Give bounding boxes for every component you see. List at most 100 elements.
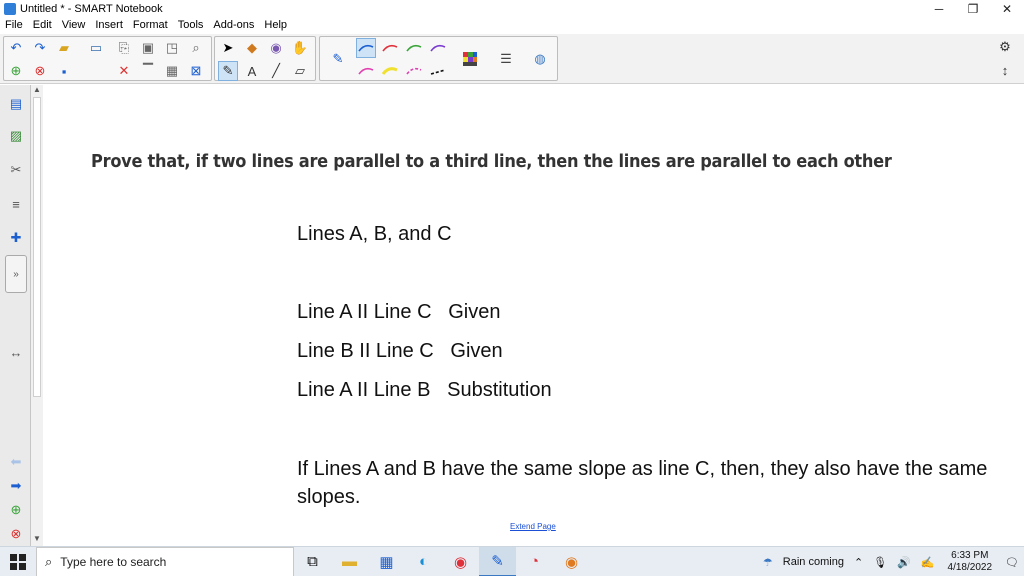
previous-page-icon[interactable]: ⬅ [5, 451, 27, 473]
delete-page-sidebar-icon[interactable]: ⊗ [5, 523, 27, 545]
toolbar: ↶ ↷ ▰ ▭ ⎘ ▣ ◳ ⌕ ⊕ ⊗ ▪ ✕ ▔ ▦ ⊠ ➤ ◆ ◉ ✋ ✎ … [0, 34, 1024, 84]
proof-line-2[interactable]: Line A II Line C Given [297, 301, 500, 324]
search-icon: ⌕ [45, 553, 53, 569]
scroll-thumb[interactable] [33, 97, 41, 397]
store-icon[interactable]: ▦ [368, 547, 405, 576]
pen-style-red[interactable] [380, 38, 400, 58]
microphone-icon[interactable]: 🎙 [868, 556, 892, 569]
proof-line-1[interactable]: Lines A, B, and C [297, 223, 452, 246]
add-page-sidebar-icon[interactable]: ⊕ [5, 499, 27, 521]
fill-icon[interactable]: ◉ [266, 38, 286, 58]
shapes-icon[interactable]: ◆ [242, 38, 262, 58]
proof-conclusion[interactable]: If Lines A and B have the same slope as … [297, 455, 1007, 511]
toolbar-group-pen-styles: ✎ ☰ ◍ [319, 36, 558, 81]
close-button[interactable]: ✕ [990, 2, 1024, 16]
proof-line-3[interactable]: Line B II Line C Given [297, 340, 503, 363]
extend-page-link[interactable]: Extend Page [510, 522, 556, 531]
file-explorer-icon[interactable]: ▬ [331, 547, 368, 576]
hand-icon[interactable]: ✋ [290, 38, 310, 58]
pen-style-blue[interactable] [356, 38, 376, 58]
attachments-icon[interactable]: ✂ [5, 159, 27, 181]
smart-notebook-window: Untitled * - SMART Notebook ─ ❐ ✕ File E… [0, 0, 1024, 576]
camera-icon[interactable]: ◳ [162, 38, 182, 58]
window-title: Untitled * - SMART Notebook [20, 2, 163, 15]
menu-format[interactable]: Format [128, 19, 173, 31]
settings-gear-icon[interactable]: ⚙ [995, 37, 1015, 57]
transparency-icon[interactable]: ◍ [530, 49, 550, 69]
clock[interactable]: 6:33 PM 4/18/2022 [940, 550, 1001, 574]
pen-style-green[interactable] [404, 38, 424, 58]
pen-style-dashed-black[interactable] [428, 61, 448, 81]
toolbar-group-file: ↶ ↷ ▰ ▭ ⎘ ▣ ◳ ⌕ ⊕ ⊗ ▪ ✕ ▔ ▦ ⊠ [3, 36, 212, 81]
gallery-icon[interactable]: ▨ [5, 125, 27, 147]
menu-view[interactable]: View [57, 19, 91, 31]
screen-shade-icon[interactable]: ▔ [138, 61, 158, 81]
task-view-icon[interactable]: ⧉ [294, 547, 331, 576]
vertical-scrollbar[interactable]: ▲ ▼ [31, 85, 43, 546]
clock-time: 6:33 PM [951, 550, 989, 561]
menu-tools[interactable]: Tools [173, 19, 209, 31]
edge-icon[interactable]: ◐ [405, 547, 442, 576]
color-palette-icon[interactable] [460, 49, 480, 69]
undo-icon[interactable]: ↶ [6, 38, 26, 58]
search-placeholder: Type here to search [60, 554, 167, 569]
notifications-icon[interactable]: 🗨 [1000, 556, 1024, 569]
screen-recorder-icon[interactable]: ◔ [516, 547, 553, 576]
notebook-page[interactable]: Prove that, if two lines are parallel to… [43, 85, 1024, 546]
pen-style-purple[interactable] [428, 38, 448, 58]
pen-style-yellow[interactable] [380, 61, 400, 81]
screen-capture-icon[interactable]: ▣ [138, 38, 158, 58]
line-icon[interactable]: ╱ [266, 61, 286, 81]
pen-style-pink[interactable] [356, 61, 376, 81]
pen-style-dashed-pink[interactable] [404, 61, 424, 81]
show-hidden-icons-icon[interactable]: ⌃ [849, 556, 868, 569]
eraser-icon[interactable]: ▱ [290, 61, 310, 81]
add-page-icon[interactable]: ⊕ [6, 61, 26, 81]
redo-icon[interactable]: ↷ [30, 38, 50, 58]
toolbar-move-icon[interactable]: ↕ [995, 60, 1015, 80]
question-text[interactable]: Prove that, if two lines are parallel to… [91, 151, 892, 172]
line-style-icon[interactable]: ☰ [496, 49, 516, 69]
magnifier-icon[interactable]: ⌕ [186, 38, 206, 58]
menu-file[interactable]: File [0, 19, 28, 31]
menu-help[interactable]: Help [259, 19, 292, 31]
delete-page-icon[interactable]: ⊗ [30, 61, 50, 81]
volume-icon[interactable]: 🔊 [892, 556, 916, 569]
chrome-profile-icon[interactable]: ◉ [553, 547, 590, 576]
properties-icon[interactable]: ≡ [5, 193, 27, 215]
weather-text[interactable]: Rain coming [778, 556, 849, 568]
sidebar-resize-icon[interactable]: ↔ [5, 341, 27, 363]
menu-bar: File Edit View Insert Format Tools Add-o… [0, 17, 292, 33]
delete-icon[interactable]: ✕ [114, 61, 134, 81]
maximize-button[interactable]: ❐ [956, 2, 990, 16]
smart-notebook-taskbar-icon[interactable]: ✎ [479, 546, 516, 576]
proof-line-4[interactable]: Line A II Line B Substitution [297, 379, 552, 402]
taskbar-search[interactable]: ⌕ Type here to search [36, 546, 294, 576]
start-button[interactable] [0, 547, 36, 576]
save-icon[interactable]: ▪ [54, 61, 74, 81]
page-sorter-icon[interactable]: ▤ [5, 93, 27, 115]
scroll-down-icon[interactable]: ▼ [31, 534, 43, 546]
scroll-up-icon[interactable]: ▲ [31, 85, 43, 97]
menu-insert[interactable]: Insert [90, 19, 128, 31]
menu-addons[interactable]: Add-ons [208, 19, 259, 31]
minimize-button[interactable]: ─ [922, 2, 956, 16]
title-bar: Untitled * - SMART Notebook ─ ❐ ✕ [0, 0, 1024, 17]
pens-icon[interactable]: ✎ [218, 61, 238, 81]
menu-edit[interactable]: Edit [28, 19, 57, 31]
chrome-icon[interactable]: ◉ [442, 547, 479, 576]
sidebar-collapse-icon[interactable]: » [5, 255, 27, 293]
text-icon[interactable]: A [242, 61, 262, 81]
next-page-icon[interactable]: ➡ [5, 475, 27, 497]
open-folder-icon[interactable]: ▰ [54, 38, 74, 58]
pen-ink-icon[interactable]: ✍ [916, 556, 940, 569]
full-screen-icon[interactable]: ⊠ [186, 61, 206, 81]
table-icon[interactable]: ▦ [162, 61, 182, 81]
display-icon[interactable]: ▭ [86, 38, 106, 58]
system-tray: ☂ Rain coming ⌃ 🎙 🔊 ✍ 6:33 PM 4/18/2022 … [758, 547, 1024, 576]
pen-icon[interactable]: ✎ [328, 49, 348, 69]
addons-icon[interactable]: ✚ [5, 227, 27, 249]
paste-icon[interactable]: ⎘ [114, 38, 134, 58]
select-arrow-icon[interactable]: ➤ [218, 38, 238, 58]
weather-icon[interactable]: ☂ [758, 556, 778, 569]
